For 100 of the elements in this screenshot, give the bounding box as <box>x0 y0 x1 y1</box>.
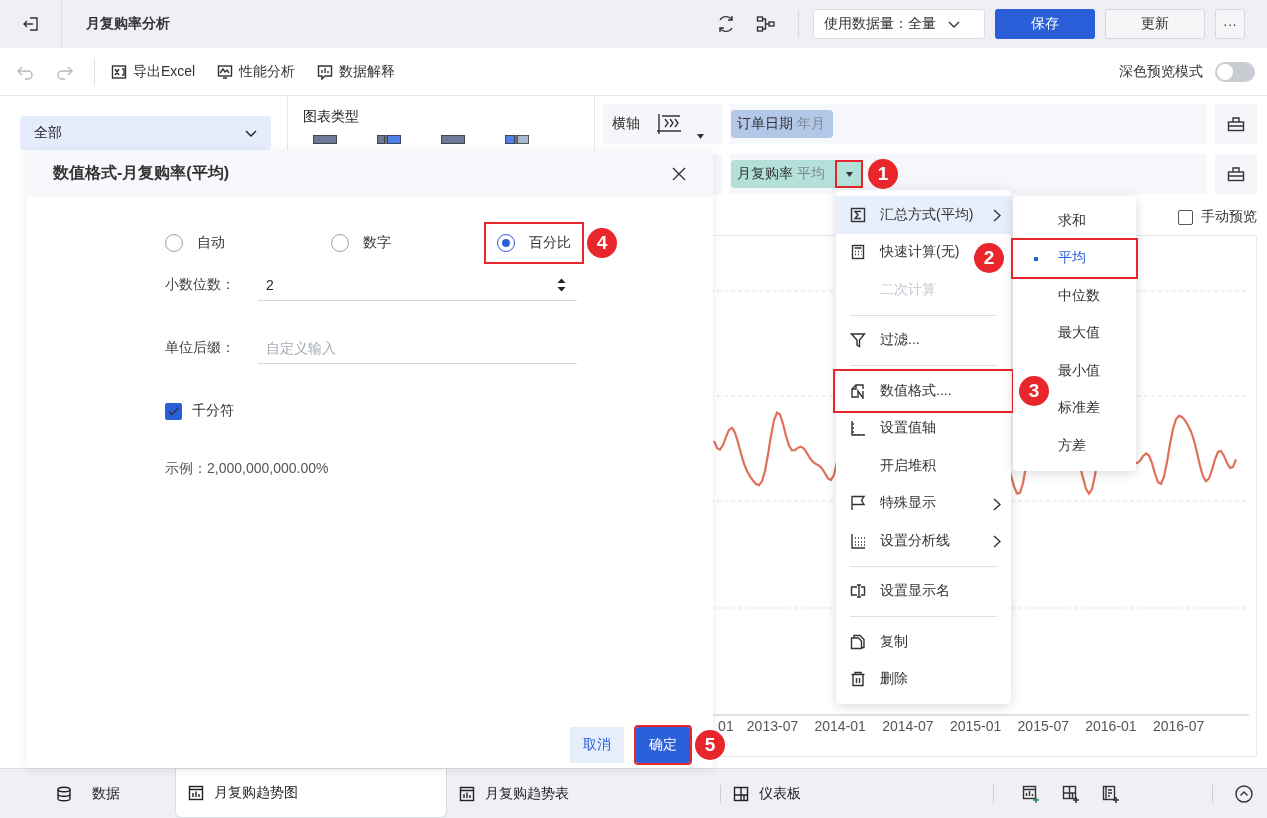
field-label: 单位后缀： <box>165 339 236 357</box>
checkbox-label: 手动预览 <box>1201 208 1257 226</box>
category-select[interactable]: 全部 <box>20 116 271 150</box>
step-badge: 1 <box>868 159 898 189</box>
menu-item[interactable]: 标准差 <box>1058 389 1100 427</box>
pulse-chart-icon <box>217 63 234 80</box>
menu-item[interactable]: 复制 <box>836 623 912 661</box>
rename-icon <box>850 583 866 600</box>
field-label: 小数位数： <box>165 276 236 294</box>
menu-item[interactable]: 快速计算(无) <box>836 233 964 271</box>
exit-icon[interactable] <box>21 15 40 33</box>
menu-item[interactable]: 求和 <box>1058 202 1086 240</box>
radio-option[interactable]: 百分比 <box>486 224 582 262</box>
axis-tick-label: 2015-07 <box>1016 718 1070 736</box>
confirm-button[interactable]: 确定 <box>636 727 690 763</box>
checkbox[interactable] <box>165 402 182 420</box>
axis-tick-label: 2016-01 <box>1084 718 1138 736</box>
field-pill[interactable]: 订单日期 年月 <box>731 110 833 138</box>
radio-option[interactable]: 数字 <box>320 224 402 262</box>
chevron-right-icon <box>993 497 1001 511</box>
caret-icon[interactable] <box>697 134 704 139</box>
chevron-right-icon <box>993 535 1001 548</box>
collapse-icon[interactable] <box>1235 784 1253 803</box>
menu-item[interactable]: 最大值 <box>1058 314 1100 352</box>
sigma-icon <box>850 206 866 223</box>
checkbox-label: 千分符 <box>192 402 234 420</box>
chart-type-icon[interactable] <box>505 135 529 144</box>
tab[interactable]: 仪表板 <box>721 769 993 818</box>
toolbox-icon[interactable] <box>1227 116 1245 132</box>
axis-icon <box>850 420 866 437</box>
grid-icon <box>733 785 749 802</box>
menu-item[interactable]: 特殊显示 <box>836 484 1011 522</box>
add-report-icon[interactable] <box>1102 784 1120 803</box>
menu-item[interactable]: 设置显示名 <box>836 572 954 610</box>
aggregation-label: 年月 <box>797 115 825 133</box>
update-button[interactable]: 更新 <box>1105 9 1205 39</box>
toolbar-button[interactable]: 数据解释 <box>317 62 396 81</box>
toolbar-button[interactable]: 导出Excel <box>111 62 196 81</box>
more-button[interactable]: ··· <box>1215 9 1245 39</box>
menu-item[interactable]: 设置值轴 <box>836 409 940 447</box>
dropdown-button[interactable] <box>837 162 861 186</box>
caret-icon <box>845 171 853 177</box>
step-badge: 4 <box>587 228 617 258</box>
menu-item[interactable]: 开启堆积 <box>836 447 940 485</box>
axis-label: 横轴 <box>612 115 640 133</box>
field-name: 月复购率 <box>737 165 793 183</box>
toggle-label: 深色预览模式 <box>1119 62 1203 81</box>
spinner-icon[interactable] <box>557 277 566 292</box>
panel-title: 图表类型 <box>303 108 360 126</box>
bar-chart-icon <box>459 785 475 802</box>
add-chart-icon[interactable] <box>1022 784 1040 803</box>
tab[interactable]: 月复购趋势表 <box>447 769 720 818</box>
menu-item[interactable]: 汇总方式(平均) <box>836 196 1011 234</box>
chart-type-icon[interactable] <box>377 135 401 144</box>
bar-chart-icon <box>317 63 334 80</box>
axis-tick-label: 2015-01 <box>948 718 1003 736</box>
menu-item[interactable]: 中位数 <box>1058 277 1100 315</box>
aggregation-label: 平均 <box>797 165 825 183</box>
toolbox-icon[interactable] <box>1227 166 1245 182</box>
axis-icon[interactable] <box>656 113 682 135</box>
tab[interactable]: 月复购趋势图 <box>175 769 447 818</box>
chevron-right-icon <box>993 209 1001 222</box>
add-dashboard-icon[interactable] <box>1062 784 1080 803</box>
menu-item[interactable]: 过滤... <box>836 321 924 359</box>
toggle-switch[interactable] <box>1215 61 1255 82</box>
dialog-title: 数值格式-月复购率(平均) <box>53 163 229 183</box>
field-name: 订单日期 <box>737 115 793 133</box>
cancel-button[interactable]: 取消 <box>570 727 624 763</box>
example-text: 示例：2,000,000,000.00% <box>164 460 330 478</box>
menu-item[interactable]: 最小值 <box>1058 352 1100 390</box>
axis-tick-label: 2014-07 <box>881 718 935 736</box>
calculator-icon <box>850 244 866 261</box>
data-volume-select[interactable]: 使用数据量：全量 <box>813 9 985 39</box>
menu-item[interactable]: 设置分析线 <box>836 522 1011 560</box>
copy-icon <box>850 633 866 650</box>
excel-icon <box>111 63 127 80</box>
menu-item[interactable]: 数值格式.... <box>836 372 1011 410</box>
axis-tick-label: 2014-01 <box>813 718 867 736</box>
axis-tick-label: 2013-07 <box>745 718 800 736</box>
axis-tick-label: 2016-07 <box>1151 718 1206 736</box>
bar-chart-icon <box>188 785 204 801</box>
check-icon <box>168 406 179 416</box>
tab[interactable]: 数据 <box>0 769 175 818</box>
step-badge: 5 <box>695 730 725 760</box>
number-format-icon <box>850 382 866 399</box>
number-field[interactable]: 2 <box>258 269 577 301</box>
save-button[interactable]: 保存 <box>995 9 1095 39</box>
menu-item[interactable]: 方差 <box>1058 427 1086 465</box>
menu-item[interactable]: 平均 <box>1013 239 1136 277</box>
radio-option[interactable]: 自动 <box>154 224 236 262</box>
close-icon[interactable] <box>671 165 687 182</box>
field-pill[interactable]: 月复购率 平均 <box>731 160 863 188</box>
flow-icon[interactable] <box>756 14 776 34</box>
toolbar-button[interactable]: 性能分析 <box>217 62 296 81</box>
menu-item[interactable]: 删除 <box>836 660 912 698</box>
filter-icon <box>850 332 866 349</box>
checkbox[interactable] <box>1178 209 1193 225</box>
flag-icon <box>850 495 866 512</box>
refresh-icon[interactable] <box>716 14 736 34</box>
trash-icon <box>850 671 866 688</box>
